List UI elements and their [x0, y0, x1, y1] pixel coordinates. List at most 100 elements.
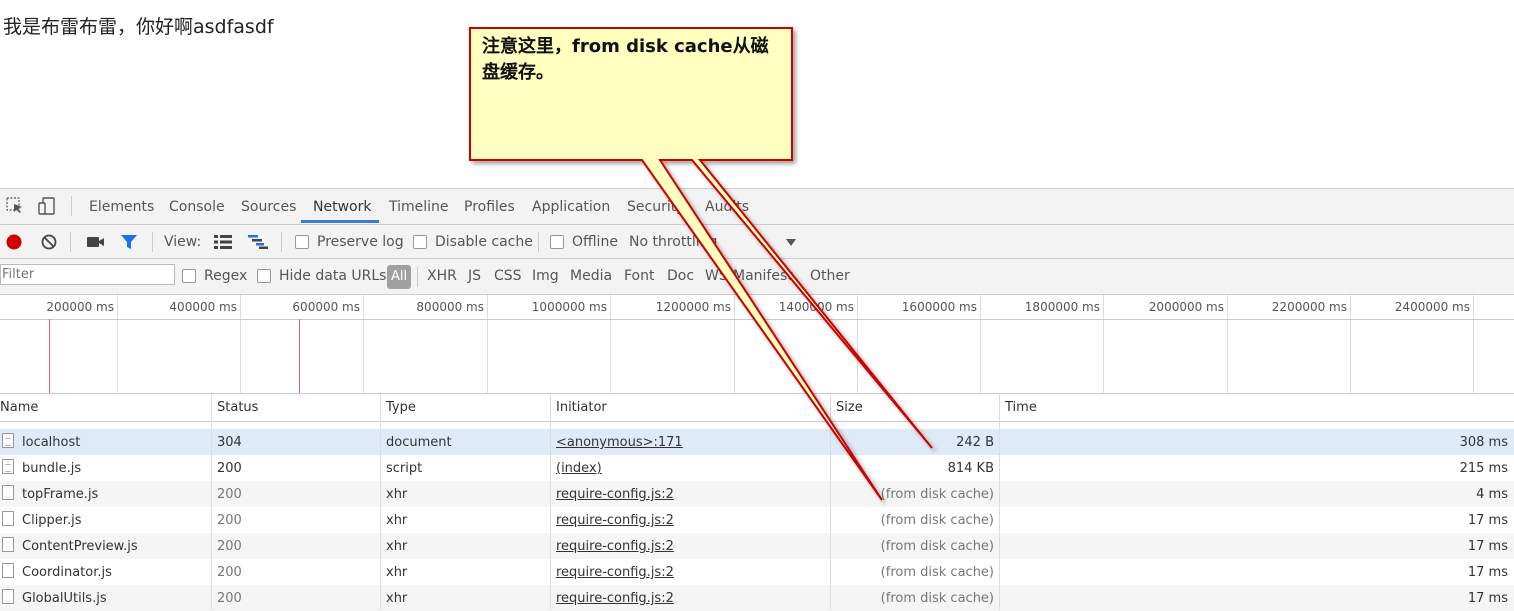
network-overview-timeline[interactable]: 200000 ms 400000 ms 600000 ms 800000 ms … [0, 295, 1514, 394]
timeline-gridline [734, 295, 735, 393]
timeline-tick-label: 2000000 ms [1148, 300, 1224, 314]
row-initiator-link[interactable]: require-config.js:2 [556, 591, 674, 606]
tab-network[interactable]: Network [313, 199, 371, 215]
row-status: 200 [217, 565, 242, 580]
file-icon [2, 563, 14, 578]
row-type: xhr [386, 591, 408, 606]
preserve-log-checkbox[interactable] [295, 235, 309, 249]
table-row[interactable]: Clipper.js 200 xhr require-config.js:2 (… [0, 507, 1514, 533]
row-size: (from disk cache) [880, 513, 994, 528]
inspect-element-icon[interactable] [6, 197, 24, 215]
filter-type-ws[interactable]: WS [705, 268, 728, 284]
row-time: 17 ms [1467, 513, 1508, 528]
filter-input[interactable] [0, 264, 175, 285]
file-icon [2, 537, 14, 552]
filter-type-img[interactable]: Img [532, 268, 559, 284]
column-header-status[interactable]: Status [217, 400, 258, 415]
column-header-time[interactable]: Time [1005, 400, 1037, 415]
device-toolbar-icon[interactable] [38, 197, 56, 215]
document-file-icon [2, 433, 14, 448]
row-name: localhost [22, 435, 81, 450]
row-initiator-link[interactable]: require-config.js:2 [556, 513, 674, 528]
table-row[interactable]: ContentPreview.js 200 xhr require-config… [0, 533, 1514, 559]
offline-checkbox[interactable] [550, 235, 564, 249]
row-initiator-link[interactable]: <anonymous>:171 [556, 435, 683, 450]
filter-type-media[interactable]: Media [570, 268, 612, 284]
filter-type-doc[interactable]: Doc [667, 268, 694, 284]
file-icon [2, 511, 14, 526]
tab-elements[interactable]: Elements [89, 199, 154, 215]
row-name: GlobalUtils.js [22, 591, 107, 606]
page-content-text: 我是布雷布雷，你好啊asdfasdf [3, 16, 274, 38]
tab-timeline[interactable]: Timeline [389, 199, 449, 215]
row-name: topFrame.js [22, 487, 99, 502]
column-header-initiator[interactable]: Initiator [556, 400, 607, 415]
row-time: 4 ms [1476, 487, 1508, 502]
divider [70, 232, 71, 252]
waterfall-overview-icon[interactable] [248, 235, 268, 249]
row-status: 200 [217, 591, 242, 606]
clear-icon[interactable] [40, 233, 58, 251]
tab-security[interactable]: Security [627, 199, 685, 215]
row-name: ContentPreview.js [22, 539, 138, 554]
row-initiator-link[interactable]: require-config.js:2 [556, 539, 674, 554]
row-size: 814 KB [947, 461, 994, 476]
filter-type-manifest[interactable]: Manifest [733, 268, 793, 284]
table-row[interactable]: Coordinator.js 200 xhr require-config.js… [0, 559, 1514, 585]
devtools-tabbar: Elements Console Sources Network Timelin… [0, 189, 1514, 225]
tab-audits[interactable]: Audits [705, 199, 749, 215]
row-initiator-link[interactable]: require-config.js:2 [556, 487, 674, 502]
large-rows-icon[interactable] [214, 235, 232, 249]
file-icon [2, 589, 14, 604]
row-initiator-link[interactable]: (index) [556, 461, 602, 476]
timeline-tick-label: 400000 ms [169, 300, 237, 314]
row-type: xhr [386, 513, 408, 528]
record-icon[interactable] [5, 233, 23, 251]
hide-data-urls-checkbox[interactable] [257, 269, 271, 283]
filter-type-css[interactable]: CSS [494, 268, 522, 284]
filter-type-font[interactable]: Font [624, 268, 654, 284]
table-row[interactable]: GlobalUtils.js 200 xhr require-config.js… [0, 585, 1514, 611]
tab-profiles[interactable]: Profiles [464, 199, 515, 215]
row-initiator-link[interactable]: require-config.js:2 [556, 565, 674, 580]
throttling-select[interactable]: No throttling [629, 234, 717, 250]
timeline-gridline [857, 295, 858, 393]
table-row[interactable]: localhost 304 document <anonymous>:171 2… [0, 429, 1514, 455]
regex-label: Regex [204, 268, 248, 284]
row-name: Clipper.js [22, 513, 82, 528]
timeline-gridline [1473, 295, 1474, 393]
timeline-gridline [363, 295, 364, 393]
timeline-gridline [980, 295, 981, 393]
disable-cache-checkbox[interactable] [413, 235, 427, 249]
divider [281, 232, 282, 252]
row-name: Coordinator.js [22, 565, 112, 580]
row-size: (from disk cache) [880, 591, 994, 606]
column-header-type[interactable]: Type [386, 400, 416, 415]
timeline-tick-label: 1800000 ms [1024, 300, 1100, 314]
timeline-gridline [487, 295, 488, 393]
divider [417, 267, 418, 287]
requests-table-header: Name Status Type Initiator Size Time [0, 394, 1514, 422]
filter-icon[interactable] [120, 234, 138, 250]
table-row[interactable]: topFrame.js 200 xhr require-config.js:2 … [0, 481, 1514, 507]
capture-screenshots-icon[interactable] [86, 234, 106, 250]
tab-application[interactable]: Application [532, 199, 610, 215]
divider [538, 232, 539, 252]
row-type: xhr [386, 487, 408, 502]
filter-type-js[interactable]: JS [468, 268, 481, 284]
filter-type-xhr[interactable]: XHR [427, 268, 457, 284]
column-header-name[interactable]: Name [0, 400, 38, 415]
timeline-gridline [1350, 295, 1351, 393]
column-divider [830, 394, 831, 610]
filter-type-other[interactable]: Other [810, 268, 850, 284]
timeline-gridline [117, 295, 118, 393]
row-size: (from disk cache) [880, 565, 994, 580]
tab-sources[interactable]: Sources [241, 199, 296, 215]
filter-type-all[interactable]: All [387, 265, 411, 289]
table-row[interactable]: bundle.js 200 script (index) 814 KB 215 … [0, 455, 1514, 481]
tab-console[interactable]: Console [169, 199, 225, 215]
regex-checkbox[interactable] [182, 269, 196, 283]
column-header-size[interactable]: Size [836, 400, 863, 415]
chevron-down-icon[interactable] [786, 239, 796, 246]
row-time: 308 ms [1459, 435, 1508, 450]
